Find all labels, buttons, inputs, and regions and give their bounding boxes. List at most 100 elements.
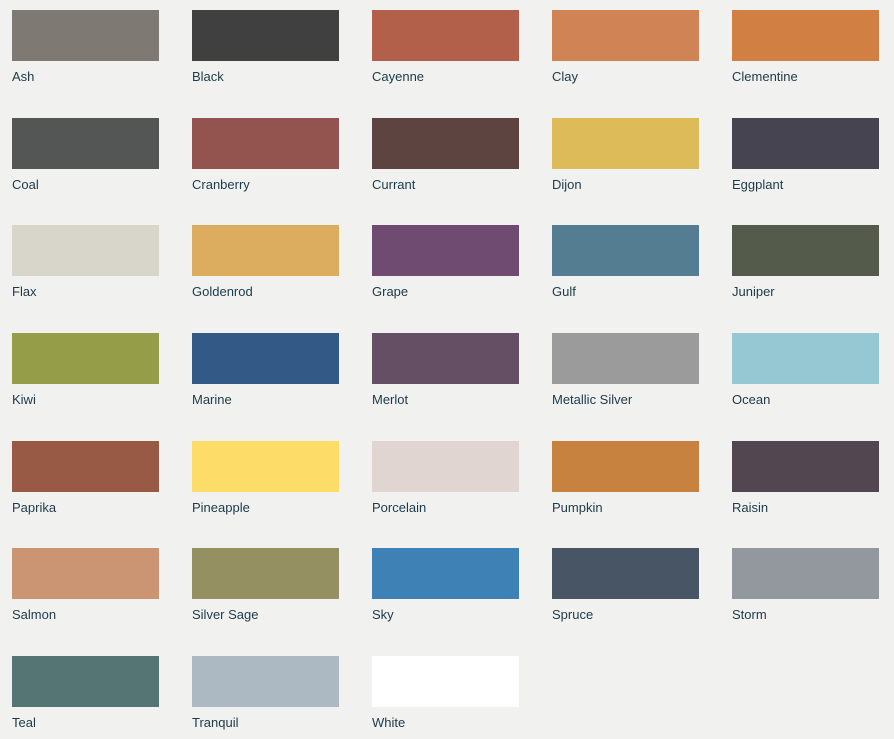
swatch-label: Porcelain xyxy=(372,500,427,515)
swatch-label: Gulf xyxy=(552,284,576,299)
swatch-ocean[interactable]: Ocean xyxy=(732,333,879,408)
color-chip[interactable] xyxy=(372,656,519,707)
color-chip[interactable] xyxy=(552,441,699,492)
swatch-eggplant[interactable]: Eggplant xyxy=(732,118,879,193)
color-chip[interactable] xyxy=(192,441,339,492)
swatch-merlot[interactable]: Merlot xyxy=(372,333,519,408)
swatch-label: Storm xyxy=(732,607,767,622)
swatch-label: Black xyxy=(192,69,224,84)
swatch-label: Ocean xyxy=(732,392,771,407)
swatch-kiwi[interactable]: Kiwi xyxy=(12,333,159,408)
color-chip[interactable] xyxy=(732,548,879,599)
color-chip[interactable] xyxy=(732,118,879,169)
swatch-grape[interactable]: Grape xyxy=(372,225,519,300)
swatch-flax[interactable]: Flax xyxy=(12,225,159,300)
swatch-label: Cayenne xyxy=(372,69,425,84)
color-chip[interactable] xyxy=(732,225,879,276)
swatch-label: Flax xyxy=(12,284,37,299)
color-chip[interactable] xyxy=(372,118,519,169)
swatch-sky[interactable]: Sky xyxy=(372,548,519,623)
color-chip[interactable] xyxy=(732,10,879,61)
swatch-label: Dijon xyxy=(552,177,582,192)
color-chip[interactable] xyxy=(732,333,879,384)
swatch-label: Clay xyxy=(552,69,579,84)
swatch-tranquil[interactable]: Tranquil xyxy=(192,656,339,731)
swatch-label: Currant xyxy=(372,177,416,192)
swatch-clay[interactable]: Clay xyxy=(552,10,699,85)
swatch-label: Goldenrod xyxy=(192,284,253,299)
swatch-juniper[interactable]: Juniper xyxy=(732,225,879,300)
color-chip[interactable] xyxy=(192,548,339,599)
swatch-black[interactable]: Black xyxy=(192,10,339,85)
swatch-label: Marine xyxy=(192,392,232,407)
color-chip[interactable] xyxy=(12,656,159,707)
color-chip[interactable] xyxy=(552,118,699,169)
swatch-pumpkin[interactable]: Pumpkin xyxy=(552,441,699,516)
swatch-label: Salmon xyxy=(12,607,57,622)
swatch-label: Merlot xyxy=(372,392,409,407)
swatch-label: Sky xyxy=(372,607,394,622)
color-chip[interactable] xyxy=(372,225,519,276)
swatch-goldenrod[interactable]: Goldenrod xyxy=(192,225,339,300)
color-chip[interactable] xyxy=(372,333,519,384)
swatch-metallic-silver[interactable]: Metallic Silver xyxy=(552,333,699,408)
color-swatch-grid: Ash Black Cayenne Clay Clementine Coal Cranber… xyxy=(0,0,894,739)
swatch-ash[interactable]: Ash xyxy=(12,10,159,85)
swatch-label: Raisin xyxy=(732,500,769,515)
color-chip[interactable] xyxy=(12,118,159,169)
swatch-white[interactable]: White xyxy=(372,656,519,731)
swatch-paprika[interactable]: Paprika xyxy=(12,441,159,516)
swatch-label: Kiwi xyxy=(12,392,36,407)
color-chip[interactable] xyxy=(372,548,519,599)
swatch-storm[interactable]: Storm xyxy=(732,548,879,623)
swatch-porcelain[interactable]: Porcelain xyxy=(372,441,519,516)
swatch-label: Ash xyxy=(12,69,35,84)
swatch-label: Spruce xyxy=(552,607,594,622)
swatch-label: Paprika xyxy=(12,500,57,515)
swatch-label: Metallic Silver xyxy=(552,392,633,407)
color-chip[interactable] xyxy=(552,10,699,61)
color-chip[interactable] xyxy=(192,656,339,707)
swatch-label: White xyxy=(372,715,406,730)
color-chip[interactable] xyxy=(192,118,339,169)
color-chip[interactable] xyxy=(372,441,519,492)
swatch-spruce[interactable]: Spruce xyxy=(552,548,699,623)
color-chip[interactable] xyxy=(192,333,339,384)
swatch-label: Teal xyxy=(12,715,36,730)
swatch-label: Pineapple xyxy=(192,500,250,515)
swatch-dijon[interactable]: Dijon xyxy=(552,118,699,193)
swatch-teal[interactable]: Teal xyxy=(12,656,159,731)
color-chip[interactable] xyxy=(12,441,159,492)
swatch-raisin[interactable]: Raisin xyxy=(732,441,879,516)
swatch-label: Silver Sage xyxy=(192,607,259,622)
color-chip[interactable] xyxy=(552,225,699,276)
swatch-label: Grape xyxy=(372,284,409,299)
swatch-currant[interactable]: Currant xyxy=(372,118,519,193)
color-chip[interactable] xyxy=(192,10,339,61)
swatch-label: Juniper xyxy=(732,284,775,299)
color-chip[interactable] xyxy=(12,10,159,61)
color-chip[interactable] xyxy=(12,225,159,276)
swatch-label: Pumpkin xyxy=(552,500,603,515)
color-chip[interactable] xyxy=(732,441,879,492)
color-chip[interactable] xyxy=(552,333,699,384)
color-chip[interactable] xyxy=(552,548,699,599)
swatch-salmon[interactable]: Salmon xyxy=(12,548,159,623)
swatch-coal[interactable]: Coal xyxy=(12,118,159,193)
swatch-label: Clementine xyxy=(732,69,798,84)
color-chip[interactable] xyxy=(12,548,159,599)
swatch-clementine[interactable]: Clementine xyxy=(732,10,879,85)
swatch-label: Cranberry xyxy=(192,177,250,192)
color-chip[interactable] xyxy=(12,333,159,384)
swatch-gulf[interactable]: Gulf xyxy=(552,225,699,300)
swatch-cranberry[interactable]: Cranberry xyxy=(192,118,339,193)
swatch-cayenne[interactable]: Cayenne xyxy=(372,10,519,85)
swatch-pineapple[interactable]: Pineapple xyxy=(192,441,339,516)
swatch-silver-sage[interactable]: Silver Sage xyxy=(192,548,339,623)
swatch-label: Tranquil xyxy=(192,715,239,730)
swatch-label: Eggplant xyxy=(732,177,784,192)
color-chip[interactable] xyxy=(372,10,519,61)
swatch-marine[interactable]: Marine xyxy=(192,333,339,408)
color-chip[interactable] xyxy=(192,225,339,276)
swatch-label: Coal xyxy=(12,177,39,192)
